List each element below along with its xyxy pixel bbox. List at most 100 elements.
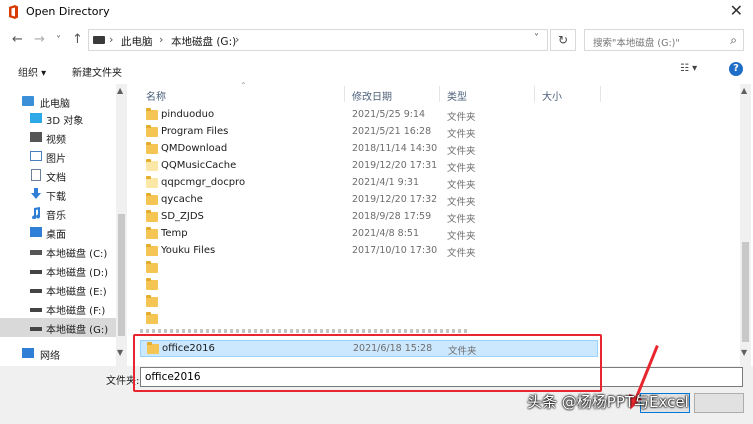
sidebar-item-label: 图片	[46, 154, 66, 165]
chevron-up-icon[interactable]: ▲	[117, 86, 123, 95]
file-name: Youku Files	[161, 245, 216, 256]
forward-arrow-icon[interactable]: →	[34, 32, 45, 48]
cube-icon	[30, 113, 42, 123]
sidebar-item-drive-c[interactable]: 本地磁盘 (C:)	[0, 242, 116, 261]
breadcrumb-item[interactable]: 本地磁盘 (G:)	[171, 34, 236, 49]
sidebar-item-documents[interactable]: 文档	[0, 166, 116, 185]
sidebar-item-drive-f[interactable]: 本地磁盘 (F:)	[0, 299, 116, 318]
folder-icon	[146, 142, 158, 154]
help-icon[interactable]: ?	[729, 62, 743, 76]
file-date: 2019/12/20 17:32	[352, 194, 438, 205]
chevron-up-icon[interactable]: ▲	[741, 86, 747, 95]
chevron-right-icon: ›	[235, 33, 240, 46]
column-divider[interactable]	[344, 86, 345, 102]
file-date: 2021/4/8 8:51	[352, 228, 420, 239]
list-item[interactable]: pinduoduo 2021/5/25 9:14 文件夹	[136, 107, 600, 124]
list-item[interactable]: QMDownload 2018/11/14 14:30 文件夹	[136, 141, 600, 158]
chevron-down-icon[interactable]: ▼	[117, 348, 123, 357]
file-list-scrollbar[interactable]: ▲ ▼	[740, 84, 751, 366]
sidebar-item-pictures[interactable]: 图片	[0, 147, 116, 166]
download-icon	[31, 188, 41, 199]
sidebar-item-label: 下载	[46, 192, 66, 203]
sidebar-item-drive-e[interactable]: 本地磁盘 (E:)	[0, 280, 116, 299]
sidebar-item-videos[interactable]: 视频	[0, 128, 116, 147]
list-item[interactable]	[136, 311, 600, 328]
column-divider[interactable]	[534, 86, 535, 102]
address-bar[interactable]: › 此电脑 › 本地磁盘 (G:) › ˅	[88, 29, 548, 51]
file-type: 文件夹	[447, 214, 476, 225]
file-name: Temp	[161, 228, 188, 239]
drive-icon	[30, 308, 42, 312]
windows-drive-icon	[30, 250, 42, 255]
file-date: 2018/9/28 17:59	[352, 211, 432, 222]
video-icon	[30, 132, 42, 142]
list-item[interactable]: Program Files 2021/5/21 16:28 文件夹	[136, 124, 600, 141]
desktop-icon	[30, 227, 42, 237]
network-icon	[22, 348, 34, 358]
file-type: 文件夹	[447, 163, 476, 174]
column-header-type[interactable]: 类型	[447, 88, 467, 108]
music-icon	[32, 207, 41, 219]
sidebar-scrollbar[interactable]: ▲ ▼	[116, 84, 127, 366]
file-name: QQMusicCache	[161, 160, 237, 171]
list-item[interactable]: qycache 2019/12/20 17:32 文件夹	[136, 192, 600, 209]
column-divider[interactable]	[600, 86, 601, 102]
sidebar-item-music[interactable]: 音乐	[0, 204, 116, 223]
file-date: 2021/4/1 9:31	[352, 177, 420, 188]
annotation-highlight-box	[133, 334, 602, 392]
list-item[interactable]	[136, 294, 600, 311]
sidebar-item-3d-objects[interactable]: 3D 对象	[0, 109, 116, 128]
sort-ascending-icon: ⌃	[240, 81, 247, 90]
scrollbar-thumb[interactable]	[742, 242, 749, 342]
file-date: 2021/5/21 16:28	[352, 126, 432, 137]
folder-icon	[146, 278, 158, 290]
chevron-down-icon[interactable]: ▼	[741, 348, 747, 357]
sidebar-item-network[interactable]: 网络	[0, 344, 116, 363]
list-item[interactable]: Youku Files 2017/10/10 17:30 文件夹	[136, 243, 600, 260]
scrollbar-thumb[interactable]	[118, 214, 125, 336]
sidebar-item-label: 网络	[40, 351, 60, 362]
breadcrumb-item[interactable]: 此电脑	[121, 34, 153, 49]
sidebar-item-drive-d[interactable]: 本地磁盘 (D:)	[0, 261, 116, 280]
sidebar-item-downloads[interactable]: 下载	[0, 185, 116, 204]
list-item[interactable]: QQMusicCache 2019/12/20 17:31 文件夹	[136, 158, 600, 175]
up-arrow-icon[interactable]: ↑	[72, 32, 83, 48]
refresh-button[interactable]: ↻	[550, 29, 576, 51]
file-type: 文件夹	[447, 231, 476, 242]
new-folder-button[interactable]: 新建文件夹	[72, 64, 122, 79]
file-type: 文件夹	[447, 129, 476, 140]
cancel-button[interactable]	[694, 393, 744, 413]
list-item[interactable]	[136, 277, 600, 294]
sidebar-item-label: 本地磁盘 (D:)	[46, 268, 109, 279]
back-arrow-icon[interactable]: ←	[12, 32, 23, 48]
folder-icon	[146, 108, 158, 120]
list-item[interactable]: SD_ZJDS 2018/9/28 17:59 文件夹	[136, 209, 600, 226]
sidebar-item-label: 音乐	[46, 211, 66, 222]
chevron-down-icon[interactable]: ˅	[534, 33, 539, 44]
chevron-right-icon: ›	[109, 33, 114, 46]
column-header-name[interactable]: 名称	[146, 88, 166, 108]
navigation-pane: 此电脑 3D 对象 视频 图片 文档 下载 音乐 桌面 本地磁盘 (C:) 本地…	[0, 84, 128, 366]
sidebar-item-drive-g[interactable]: 本地磁盘 (G:)	[0, 318, 116, 337]
column-header-date[interactable]: 修改日期	[352, 88, 392, 108]
sidebar-item-label: 此电脑	[40, 99, 70, 110]
recent-locations-icon[interactable]: ˅	[56, 33, 61, 49]
column-header-size[interactable]: 大小	[542, 88, 562, 108]
title-bar: Open Directory ✕	[0, 0, 753, 24]
file-date: 2018/11/14 14:30	[352, 143, 438, 154]
file-name: SD_ZJDS	[161, 211, 204, 222]
file-date: 2019/12/20 17:31	[352, 160, 438, 171]
search-placeholder: 搜索"本地磁盘 (G:)"	[593, 38, 680, 49]
organize-button[interactable]: 组织 ▾	[18, 64, 46, 79]
folder-icon	[146, 125, 158, 137]
list-item[interactable]: qqpcmgr_docpro 2021/4/1 9:31 文件夹	[136, 175, 600, 192]
sidebar-item-desktop[interactable]: 桌面	[0, 223, 116, 242]
search-input[interactable]: 搜索"本地磁盘 (G:)" ⌕	[584, 29, 744, 51]
list-item[interactable]: Temp 2021/4/8 8:51 文件夹	[136, 226, 600, 243]
sidebar-item-label: 3D 对象	[46, 116, 84, 127]
list-item[interactable]	[136, 260, 600, 277]
view-options-button[interactable]: ☷ ▾	[680, 63, 697, 74]
column-divider[interactable]	[439, 86, 440, 102]
file-date: 2017/10/10 17:30	[352, 245, 438, 256]
close-icon[interactable]: ✕	[730, 2, 743, 20]
